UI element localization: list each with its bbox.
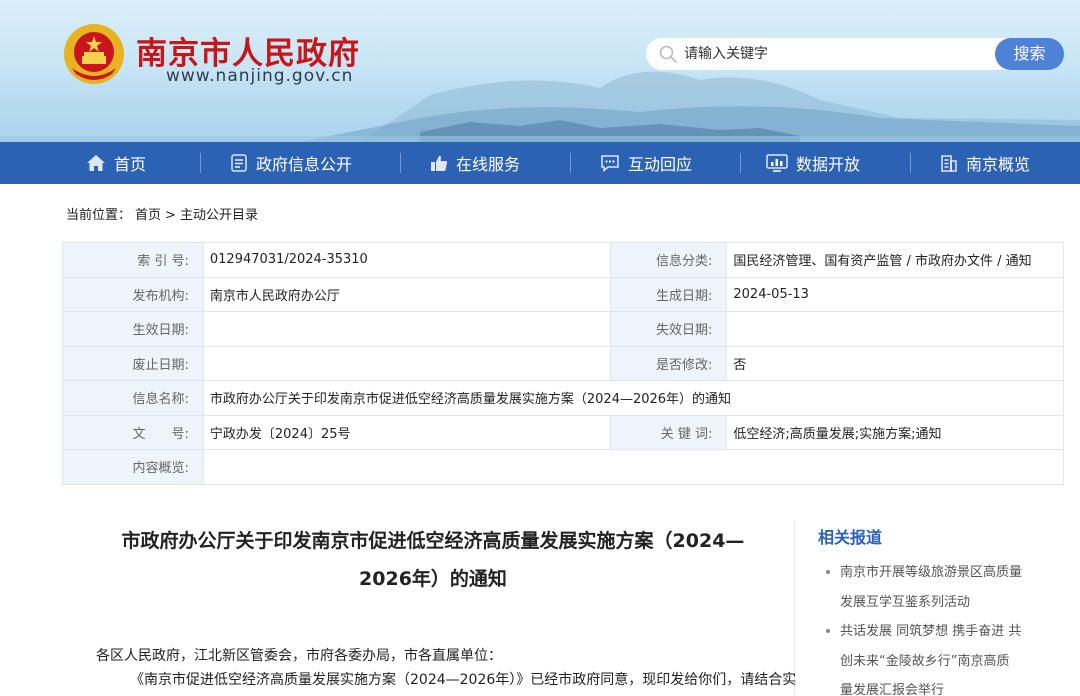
- nav-item-info-disclosure[interactable]: 政府信息公开: [230, 142, 352, 184]
- nav-item-label: 首页: [114, 155, 147, 174]
- nav-divider: [910, 153, 911, 173]
- header-banner: 南京市人民政府 www.nanjing.gov.cn 搜索: [0, 0, 1080, 142]
- breadcrumb-prefix: 当前位置：: [66, 208, 132, 223]
- doc-no-label: 文 号:: [62, 414, 204, 450]
- nav-item-label: 互动回应: [628, 155, 693, 174]
- article-paragraph: 《南京市促进低空经济高质量发展实施方案（2024—2026年）》已经市政府同意，…: [130, 672, 797, 688]
- nav-item-home[interactable]: 首页: [86, 142, 146, 184]
- info-name-label: 信息名称:: [62, 380, 204, 416]
- related-report-line: 共话发展 同筑梦想 携手奋进 共: [840, 624, 1022, 639]
- search-input[interactable]: [684, 44, 984, 64]
- search-button[interactable]: 搜索: [995, 38, 1064, 70]
- index-no-label: 索 引 号:: [62, 242, 204, 278]
- thumbs-up-icon: [431, 155, 448, 171]
- article-body: 各区人民政府，江北新区管委会，市府各委办局，市各直属单位： 《南京市促进低空经济…: [96, 644, 797, 692]
- modified-label: 是否修改:: [610, 345, 728, 381]
- nav-item-nanjing-overview[interactable]: 南京概览: [940, 142, 1030, 184]
- keywords-value: 低空经济;高质量发展;实施方案;通知: [726, 414, 1064, 450]
- breadcrumb: 当前位置： 首页 > 主动公开目录: [66, 204, 262, 223]
- article-title-line: 2026年）的通知: [359, 568, 507, 590]
- table-row: 信息名称: 市政府办公厅关于印发南京市促进低空经济高质量发展实施方案（2024—…: [62, 380, 1065, 416]
- document-meta-table: 索 引 号: 012947031/2024-35310 信息分类: 国民经济管理…: [62, 242, 1065, 485]
- summary-value: [202, 449, 1065, 485]
- table-row: 内容概览:: [62, 449, 1065, 485]
- nav-divider: [570, 153, 571, 173]
- expire-date-label: 失效日期:: [610, 311, 728, 347]
- nav-divider: [400, 153, 401, 173]
- effective-date-label: 生效日期:: [62, 311, 204, 347]
- table-row: 生效日期: 失效日期:: [62, 311, 1064, 347]
- category-label: 信息分类:: [610, 242, 728, 278]
- search-icon: [659, 45, 677, 63]
- national-emblem-logo: [64, 24, 124, 84]
- publisher-value: 南京市人民政府办公厅: [202, 276, 612, 312]
- building-icon: [941, 155, 957, 172]
- breadcrumb-home-link[interactable]: 首页: [135, 208, 161, 223]
- chat-icon: [601, 155, 619, 172]
- document-icon: [231, 154, 247, 172]
- related-report-link[interactable]: 南京市开展等级旅游景区高质量 发展互学互鉴系列活动: [824, 558, 1044, 617]
- nav-item-label: 在线服务: [456, 155, 521, 174]
- nav-item-label: 政府信息公开: [256, 155, 353, 174]
- nav-item-interaction[interactable]: 互动回应: [600, 142, 692, 184]
- nav-item-open-data[interactable]: 数据开放: [766, 142, 860, 184]
- article-paragraph: 各区人民政府，江北新区管委会，市府各委办局，市各直属单位：: [96, 648, 502, 664]
- search-box: [646, 38, 1036, 70]
- index-no-value: 012947031/2024-35310: [202, 242, 612, 278]
- table-row: 废止日期: 是否修改: 否: [62, 345, 1064, 381]
- related-report-line: 量发展汇报会举行: [840, 683, 945, 696]
- breadcrumb-current-link[interactable]: 主动公开目录: [180, 208, 258, 223]
- table-row: 索 引 号: 012947031/2024-35310 信息分类: 国民经济管理…: [62, 242, 1064, 278]
- site-url: www.nanjing.gov.cn: [166, 66, 354, 86]
- created-date-label: 生成日期:: [610, 276, 728, 312]
- related-report-line: 南京市开展等级旅游景区高质量: [840, 565, 1023, 580]
- table-row: 文 号: 宁政办发〔2024〕25号 关 键 词: 低空经济;高质量发展;实施方…: [62, 414, 1064, 450]
- abolish-date-label: 废止日期:: [62, 345, 204, 381]
- breadcrumb-separator: >: [165, 208, 176, 223]
- abolish-date-value: [202, 345, 612, 381]
- main-nav: 首页 政府信息公开 在线服务 互动回应 数据开放 南京概览: [0, 142, 1080, 184]
- info-name-value: 市政府办公厅关于印发南京市促进低空经济高质量发展实施方案（2024—2026年）…: [202, 380, 1065, 416]
- table-row: 发布机构: 南京市人民政府办公厅 生成日期: 2024-05-13: [62, 276, 1064, 312]
- summary-label: 内容概览:: [62, 449, 204, 485]
- related-reports-title: 相关报道: [818, 528, 883, 547]
- nav-item-online-service[interactable]: 在线服务: [430, 142, 520, 184]
- monitor-chart-icon: [766, 154, 788, 172]
- doc-no-value: 宁政办发〔2024〕25号: [202, 414, 612, 450]
- related-report-line: 创未来“金陵故乡行”南京高质: [840, 653, 1010, 669]
- keywords-label: 关 键 词:: [610, 414, 728, 450]
- related-report-link[interactable]: 共话发展 同筑梦想 携手奋进 共 创未来“金陵故乡行”南京高质 量发展汇报会举行: [824, 617, 1044, 696]
- nav-divider: [200, 153, 201, 173]
- article-title: 市政府办公厅关于印发南京市促进低空经济高质量发展实施方案（2024— 2026年…: [118, 522, 748, 598]
- nav-divider: [740, 153, 741, 173]
- nav-item-label: 南京概览: [966, 155, 1031, 174]
- effective-date-value: [202, 311, 612, 347]
- nav-item-label: 数据开放: [796, 155, 861, 174]
- article-title-line: 市政府办公厅关于印发南京市促进低空经济高质量发展实施方案（2024—: [121, 530, 745, 552]
- category-value: 国民经济管理、国有资产监管 / 市政府办文件 / 通知: [726, 242, 1064, 278]
- created-date-value: 2024-05-13: [726, 276, 1064, 312]
- related-reports-list: 南京市开展等级旅游景区高质量 发展互学互鉴系列活动 共话发展 同筑梦想 携手奋进…: [824, 558, 1044, 696]
- expire-date-value: [726, 311, 1064, 347]
- related-report-line: 发展互学互鉴系列活动: [840, 594, 971, 610]
- home-icon: [87, 155, 105, 171]
- modified-value: 否: [726, 345, 1064, 381]
- publisher-label: 发布机构:: [62, 276, 204, 312]
